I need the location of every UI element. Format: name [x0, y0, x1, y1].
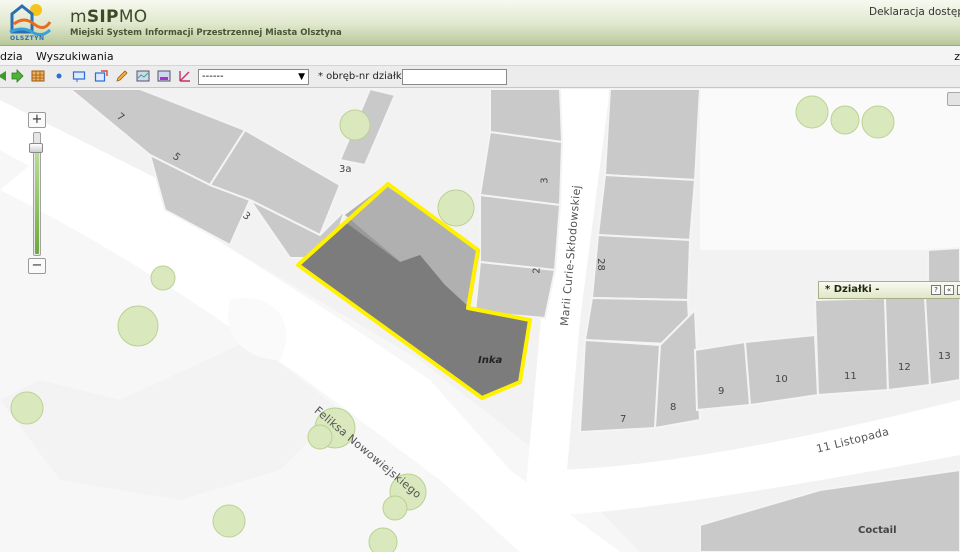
- map-export-icon[interactable]: [157, 69, 171, 83]
- house-number: 7: [620, 414, 627, 425]
- menu-item-narzedzia[interactable]: dzia: [0, 50, 23, 63]
- parcel-search-input[interactable]: [402, 69, 507, 85]
- forward-icon[interactable]: [10, 69, 24, 83]
- house-number: 3: [539, 177, 551, 184]
- pan-arrow-icon[interactable]: [0, 69, 10, 83]
- map-drawing: [0, 89, 960, 552]
- map-canvas[interactable]: 7 5 3 3a 3 2 28 7 8 9 10 11 12 13 Feliks…: [0, 89, 960, 552]
- measure-icon[interactable]: [178, 69, 192, 83]
- accessibility-declaration-link[interactable]: Deklaracja dostęp: [869, 6, 960, 18]
- table-icon[interactable]: [31, 69, 45, 83]
- layer-switcher-icon[interactable]: [947, 92, 960, 106]
- collapse-icon[interactable]: «: [944, 285, 954, 295]
- dzialki-panel-title[interactable]: * Działki -: [825, 284, 879, 295]
- house-number: 3a: [339, 164, 352, 175]
- house-number: 2: [531, 267, 543, 274]
- layer-select[interactable]: ------ ▼: [198, 69, 309, 85]
- zoom-control: + −: [28, 112, 46, 278]
- zoom-slider-fill: [35, 144, 39, 254]
- map-print-icon[interactable]: [136, 69, 150, 83]
- app-title-prefix: m: [70, 7, 87, 27]
- app-subtitle: Miejski System Informacji Przestrzennej …: [70, 28, 342, 38]
- building-label: Coctail: [858, 525, 897, 536]
- app-window: OLSZTYN mSIPMO Miejski System Informacji…: [0, 0, 960, 552]
- app-title: mSIPMO: [70, 7, 147, 27]
- point-icon[interactable]: [52, 69, 66, 83]
- app-title-bold: SIP: [86, 7, 119, 27]
- house-number: 9: [718, 386, 725, 397]
- house-number: 28: [594, 258, 606, 271]
- toolbar: ------ ▼ * obręb-nr działki:: [0, 66, 960, 88]
- house-number: 8: [670, 402, 677, 413]
- parcel-search-label: * obręb-nr działki:: [318, 71, 408, 82]
- zoom-slider-handle[interactable]: [29, 143, 43, 154]
- house-number: 11: [844, 371, 857, 382]
- menu-item-wyszukiwania[interactable]: Wyszukiwania: [36, 50, 114, 63]
- edit-select-icon[interactable]: [94, 69, 108, 83]
- help-icon[interactable]: ?: [931, 285, 941, 295]
- menu-item-right[interactable]: z: [954, 50, 960, 63]
- house-number: 13: [938, 351, 951, 362]
- zoom-in-button[interactable]: +: [28, 112, 46, 128]
- header: OLSZTYN mSIPMO Miejski System Informacji…: [0, 0, 960, 46]
- house-number: 12: [898, 362, 911, 373]
- house-number: 10: [775, 374, 788, 385]
- zoom-out-button[interactable]: −: [28, 258, 46, 274]
- chevron-down-icon: ▼: [298, 72, 305, 82]
- building-label: Inka: [478, 355, 503, 366]
- dzialki-panel: * Działki - ? « ×: [818, 281, 960, 299]
- app-title-suffix: MO: [118, 7, 148, 27]
- menu-bar: dzia Wyszukiwania z: [0, 46, 960, 66]
- pencil-icon[interactable]: [115, 69, 129, 83]
- layer-select-value: ------: [202, 71, 224, 82]
- logo-caption: OLSZTYN: [10, 35, 45, 42]
- rectangle-select-icon[interactable]: [72, 69, 86, 83]
